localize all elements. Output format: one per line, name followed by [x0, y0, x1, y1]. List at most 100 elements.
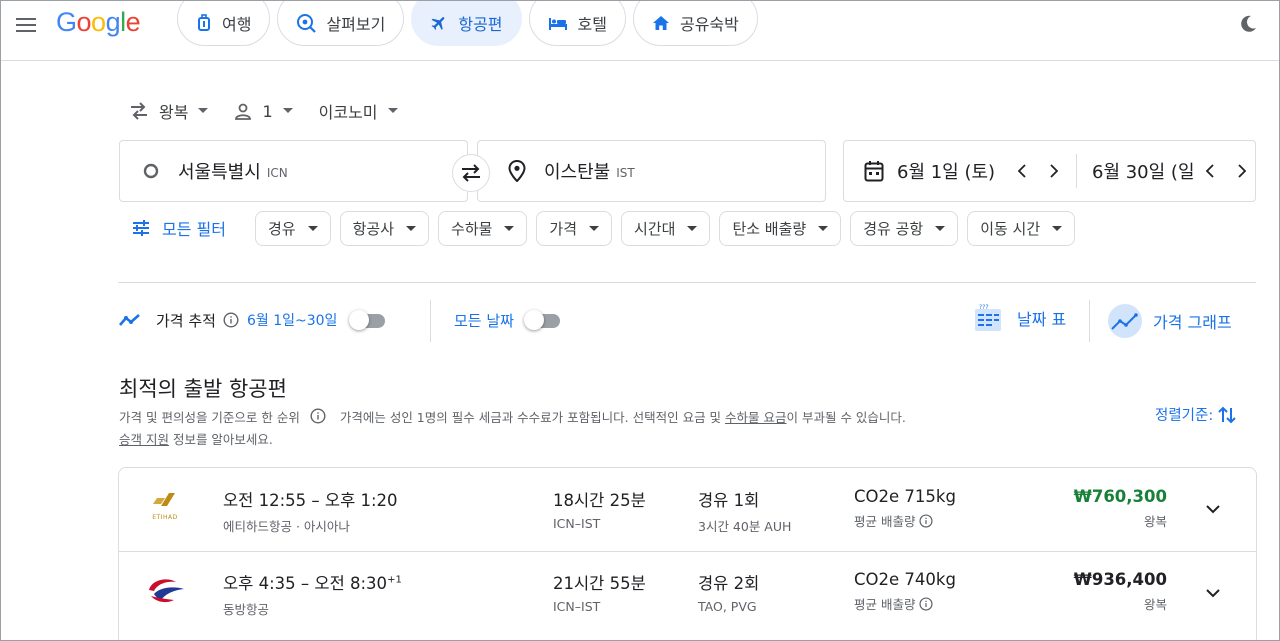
chevron-right-icon[interactable] — [1041, 158, 1067, 184]
caret-down-icon — [282, 108, 293, 113]
all-filters-button[interactable]: 모든 필터 — [132, 216, 226, 240]
any-dates-toggle[interactable] — [523, 309, 564, 331]
caret-down-icon — [589, 225, 600, 231]
filter-airlines[interactable]: 항공사 — [339, 211, 430, 246]
flight-price: ₩760,300 — [1073, 487, 1167, 506]
svg-text:???: ??? — [979, 304, 989, 311]
chevron-right-icon[interactable] — [1229, 158, 1255, 184]
flight-row[interactable]: 오후 4:35 – 오전 8:30+1 동방항공 21시간 55분 ICN–IS… — [119, 551, 1256, 634]
baggage-fees-link[interactable]: 수하물 요금 — [725, 410, 786, 425]
flight-duration: 18시간 25분 — [553, 491, 646, 510]
airline-name: 에티하드항공 · 아시아나 — [223, 519, 350, 534]
dark-mode-icon[interactable] — [1237, 13, 1259, 35]
date-grid-icon: ??? — [975, 304, 1001, 331]
passengers-select[interactable]: 1 — [234, 101, 293, 121]
track-prices-label: 가격 추적 — [156, 311, 216, 330]
section-divider — [118, 282, 1256, 283]
results-heading: 최적의 출발 항공편 — [119, 377, 287, 401]
logo-letter: g — [105, 7, 121, 37]
flight-route: ICN–IST — [553, 516, 601, 531]
nav-label: 항공편 — [458, 14, 503, 34]
person-icon — [235, 103, 252, 120]
destination-field[interactable]: 이스탄불 IST — [477, 140, 826, 202]
caret-down-icon — [935, 225, 946, 231]
filter-price[interactable]: 가격 — [536, 211, 613, 246]
cabin-select[interactable]: 이코노미 — [319, 99, 398, 123]
calendar-icon — [864, 161, 884, 182]
any-dates-row: 모든 날짜 — [454, 309, 564, 331]
google-logo[interactable]: Google — [56, 7, 141, 38]
co2-note: 평균 배출량 — [854, 597, 916, 612]
depart-date-field[interactable]: 6월 1일 (토) — [864, 141, 1068, 201]
flight-price: ₩936,400 — [1073, 570, 1167, 589]
flight-route: ICN–IST — [553, 599, 601, 614]
filter-label: 경유 — [268, 220, 296, 238]
nav-flights[interactable]: 항공편 — [411, 1, 522, 46]
chevron-left-icon[interactable] — [1009, 158, 1035, 184]
trending-icon — [119, 314, 140, 326]
filter-label: 탄소 배출량 — [732, 220, 807, 238]
swap-button[interactable] — [452, 154, 490, 192]
cabin-value: 이코노미 — [318, 103, 378, 122]
origin-field[interactable]: 서울특별시 ICN — [119, 140, 468, 202]
flight-row[interactable]: ETIHAD 오전 12:55 – 오후 1:20 에티하드항공 · 아시아나 … — [119, 468, 1256, 551]
swap-arrows-icon — [131, 102, 147, 120]
trip-type-select[interactable]: 왕복 — [129, 99, 209, 123]
caret-down-icon — [1052, 225, 1063, 231]
price-graph-label: 가격 그래프 — [1153, 313, 1232, 332]
app-frame: Google 여행 살펴보기 항공편 호텔 공유숙박 왕복 1 이코노미 서울특… — [0, 0, 1280, 641]
airline-name: 동방항공 — [223, 602, 270, 617]
passenger-assistance-link[interactable]: 승객 지원 — [119, 432, 169, 447]
filter-label: 항공사 — [352, 220, 395, 238]
origin-code: ICN — [266, 166, 288, 180]
home-icon — [652, 15, 669, 30]
filter-connecting-airports[interactable]: 경유 공항 — [850, 211, 959, 246]
passengers-value: 1 — [262, 101, 273, 121]
return-date-field[interactable]: 6월 30일 (일) — [1077, 141, 1255, 201]
filter-stops[interactable]: 경유 — [255, 211, 331, 246]
assist-note: 정보를 알아보세요. — [168, 432, 273, 447]
nav-travel[interactable]: 여행 — [177, 1, 271, 46]
nav-vacation-rentals[interactable]: 공유숙박 — [632, 1, 758, 46]
filter-bags[interactable]: 수하물 — [438, 211, 528, 246]
info-icon[interactable] — [919, 597, 934, 611]
date-grid-label: 날짜 표 — [1017, 310, 1067, 329]
nav-hotels[interactable]: 호텔 — [528, 1, 626, 46]
stop-detail: 3시간 40분 AUH — [698, 519, 792, 534]
main-menu-icon[interactable] — [13, 12, 39, 38]
luggage-icon — [198, 13, 210, 31]
filter-label: 경유 공항 — [863, 220, 924, 238]
origin-circle-icon — [143, 163, 159, 179]
chevron-left-icon[interactable] — [1197, 158, 1223, 184]
expand-chevron-icon[interactable] — [1200, 496, 1226, 522]
filter-times[interactable]: 시간대 — [621, 211, 711, 246]
sort-button[interactable]: 정렬기준: — [1155, 404, 1237, 425]
nav-explore[interactable]: 살펴보기 — [277, 1, 405, 46]
caret-down-icon — [818, 225, 829, 231]
explore-icon — [297, 13, 317, 33]
logo-letter: e — [125, 7, 141, 37]
logo-letter: o — [76, 7, 92, 37]
top-bar: Google 여행 살펴보기 항공편 호텔 공유숙박 — [1, 1, 1279, 61]
vertical-divider — [1089, 300, 1090, 342]
co2-emissions: CO2e 740kg — [854, 570, 956, 589]
logo-letter: o — [91, 7, 106, 37]
return-date-value: 6월 30일 (일) — [1092, 162, 1195, 183]
price-type: 왕복 — [1143, 514, 1167, 529]
info-icon[interactable] — [310, 408, 326, 424]
co2-emissions: CO2e 715kg — [854, 487, 956, 506]
price-note: 가격에는 성인 1명의 필수 세금과 수수료가 포함됩니다. 선택적인 요금 및 — [339, 410, 726, 425]
bed-icon — [548, 17, 567, 30]
filter-emissions[interactable]: 탄소 배출량 — [719, 211, 842, 246]
logo-letter: G — [56, 7, 77, 37]
swap-icon — [462, 164, 480, 182]
info-icon[interactable] — [919, 514, 934, 528]
info-icon[interactable] — [223, 312, 239, 328]
caret-down-icon — [307, 225, 318, 231]
price-graph-button[interactable]: 가격 그래프 — [1107, 303, 1232, 339]
filter-duration[interactable]: 이동 시간 — [967, 211, 1076, 246]
date-grid-button[interactable]: ??? 날짜 표 — [973, 303, 1066, 333]
depart-date-value: 6월 1일 (토) — [897, 162, 996, 183]
expand-chevron-icon[interactable] — [1200, 580, 1226, 606]
track-prices-toggle[interactable] — [349, 309, 389, 331]
